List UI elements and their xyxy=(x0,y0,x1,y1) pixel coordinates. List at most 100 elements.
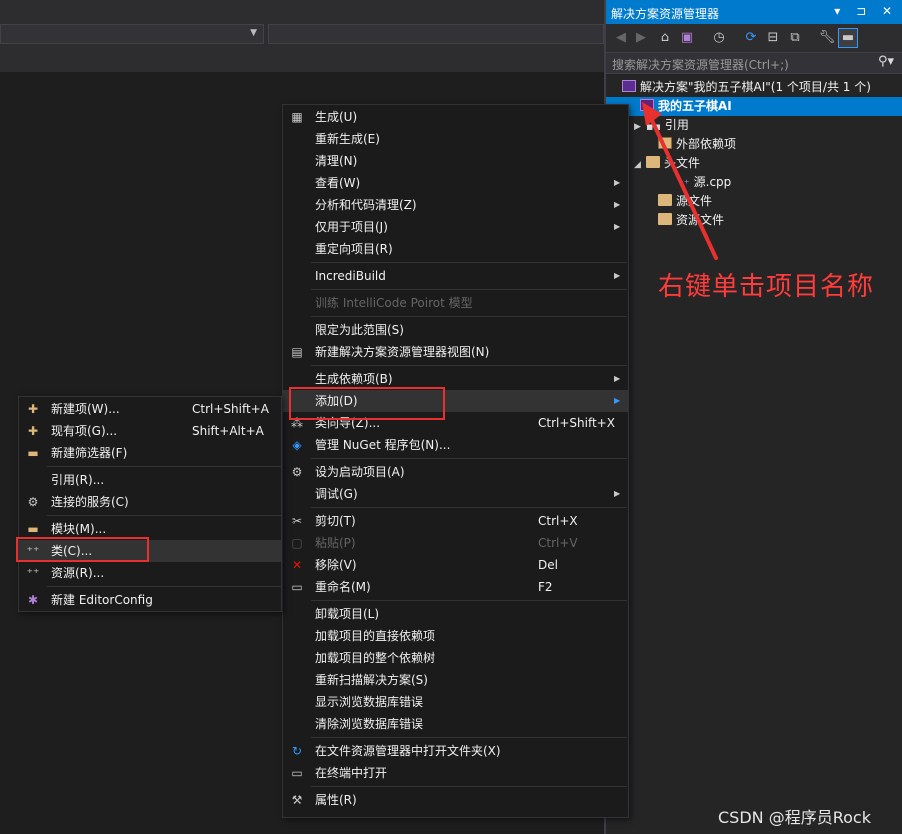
menu-item-shortcut: Ctrl+Shift+X xyxy=(538,416,615,430)
menu-item-shortcut: Del xyxy=(538,558,558,572)
menu-item[interactable]: 清除浏览数据库错误 xyxy=(283,713,628,735)
panel-title: 解决方案资源管理器 xyxy=(611,7,720,21)
member-dropdown[interactable] xyxy=(268,24,604,44)
search-input[interactable]: 搜索解决方案资源管理器(Ctrl+;) xyxy=(612,56,789,73)
menu-item[interactable]: 引用(R)... xyxy=(19,469,281,491)
wrench-icon[interactable]: 🔧︎ xyxy=(818,29,836,47)
wrench-icon: ⚒ xyxy=(291,793,303,807)
menu-item[interactable]: ⁺⁺ 资源(R)... xyxy=(19,562,281,584)
history-icon[interactable]: ◷ xyxy=(710,29,728,47)
build-icon: ▦ xyxy=(291,110,303,124)
highlight-class-box xyxy=(16,537,149,562)
menu-item[interactable]: 仅用于项目(J) ▶ xyxy=(283,216,628,238)
preview-icon[interactable]: ▬ xyxy=(838,28,858,48)
menu-item[interactable]: IncrediBuild ▶ xyxy=(283,265,628,287)
scope-dropdown[interactable]: ▼ xyxy=(0,24,264,44)
menu-item[interactable]: ◈ 管理 NuGet 程序包(N)... xyxy=(283,434,628,456)
menu-item-label: 调试(G) xyxy=(315,487,358,501)
menu-item-label: 卸载项目(L) xyxy=(315,607,380,621)
collapse-icon[interactable]: ⊟ xyxy=(764,29,782,47)
nuget-icon: ◈ xyxy=(292,438,302,452)
new-view-icon: ▤ xyxy=(291,345,303,359)
menu-separator xyxy=(311,737,627,738)
menu-item[interactable]: 重定向项目(R) xyxy=(283,238,628,260)
back-icon[interactable]: ◀ xyxy=(612,29,630,47)
menu-item-label: 在终端中打开 xyxy=(315,766,388,780)
menu-item[interactable]: 加载项目的直接依赖项 xyxy=(283,625,628,647)
menu-item[interactable]: ▭ 重命名(M) F2 xyxy=(283,576,628,598)
sync-icon[interactable]: ⟳ xyxy=(742,29,760,47)
menu-item[interactable]: 重新扫描解决方案(S) xyxy=(283,669,628,691)
menu-item[interactable]: ⚒ 属性(R) xyxy=(283,789,628,811)
menu-item[interactable]: ⚙ 设为启动项目(A) xyxy=(283,461,628,483)
menu-item[interactable]: 查看(W) ▶ xyxy=(283,172,628,194)
menu-item-label: 现有项(G)... xyxy=(51,424,118,438)
submenu-arrow-icon: ▶ xyxy=(614,374,621,383)
menu-item-label: 属性(R) xyxy=(315,793,357,807)
menu-item[interactable]: 重新生成(E) xyxy=(283,128,628,150)
menu-item-shortcut: Ctrl+V xyxy=(538,536,578,550)
menu-separator xyxy=(311,289,627,290)
menu-item-label: 分析和代码清理(Z) xyxy=(315,198,417,212)
tree-solution[interactable]: 解决方案"我的五子棋AI"(1 个项目/共 1 个) xyxy=(606,78,902,97)
highlight-add-box xyxy=(289,387,445,420)
menu-item[interactable]: ▬ 新建筛选器(F) xyxy=(19,442,281,464)
forward-icon[interactable]: ▶ xyxy=(632,29,650,47)
menu-item-label: 设为启动项目(A) xyxy=(315,465,405,479)
gear-icon: ⚙ xyxy=(291,465,303,479)
submenu-arrow-icon: ▶ xyxy=(614,271,621,280)
document-tabstrip xyxy=(0,48,604,73)
menu-separator xyxy=(47,515,281,516)
menu-item: 训练 IntelliCode Poirot 模型 xyxy=(283,292,628,314)
menu-item[interactable]: ✚ 新建项(W)... Ctrl+Shift+A xyxy=(19,398,281,420)
solution-explorer-titlebar: 解决方案资源管理器 ▾ ⊐ ✕ xyxy=(606,0,902,24)
menu-item[interactable]: ▤ 新建解决方案资源管理器视图(N) xyxy=(283,341,628,363)
menu-item[interactable]: 加载项目的整个依赖树 xyxy=(283,647,628,669)
panel-window-buttons[interactable]: ▾ ⊐ ✕ xyxy=(834,4,898,18)
menu-item[interactable]: ✂ 剪切(T) Ctrl+X xyxy=(283,510,628,532)
menu-item[interactable]: ▦ 生成(U) xyxy=(283,106,628,128)
submenu-arrow-icon: ▶ xyxy=(614,396,621,405)
editorconfig-icon: ✱ xyxy=(27,593,39,607)
menu-separator xyxy=(311,262,627,263)
solution-explorer-search[interactable]: 搜索解决方案资源管理器(Ctrl+;) ⚲▾ xyxy=(606,52,902,74)
menu-item[interactable]: 卸载项目(L) xyxy=(283,603,628,625)
existing-item-icon: ✚ xyxy=(27,424,39,438)
menu-item[interactable]: 分析和代码清理(Z) ▶ xyxy=(283,194,628,216)
menu-item-label: 重定向项目(R) xyxy=(315,242,393,256)
menu-item-label: 清理(N) xyxy=(315,154,358,168)
menu-item[interactable]: ✕ 移除(V) Del xyxy=(283,554,628,576)
menu-item[interactable]: ✱ 新建 EditorConfig xyxy=(19,589,281,611)
search-icon[interactable]: ⚲▾ xyxy=(878,54,894,69)
menu-item-label: 移除(V) xyxy=(315,558,357,572)
menu-separator xyxy=(311,600,627,601)
menu-item-label: 加载项目的直接依赖项 xyxy=(315,629,436,643)
menu-item-label: 加载项目的整个依赖树 xyxy=(315,651,436,665)
menu-item[interactable]: 清理(N) xyxy=(283,150,628,172)
home-icon[interactable]: ⌂ xyxy=(656,29,674,47)
project-context-menu: ▦ 生成(U) 重新生成(E) 清理(N) 查看(W) ▶ 分析和代码清理(Z) ▶ 仅用于项目… xyxy=(282,104,629,818)
watermark: CSDN @程序员Rock xyxy=(718,808,871,827)
menu-item[interactable]: ▭ 在终端中打开 xyxy=(283,762,628,784)
menu-item-label: 连接的服务(C) xyxy=(51,495,129,509)
menu-separator xyxy=(311,365,627,366)
menu-item-label: 显示浏览数据库错误 xyxy=(315,695,424,709)
menu-separator xyxy=(47,586,281,587)
show-all-files-icon[interactable]: ⧉ xyxy=(786,29,804,47)
menu-item[interactable]: 显示浏览数据库错误 xyxy=(283,691,628,713)
menu-item[interactable]: 限定为此范围(S) xyxy=(283,319,628,341)
switch-view-icon[interactable]: ▣ xyxy=(678,29,696,47)
menu-item[interactable]: ⚙ 连接的服务(C) xyxy=(19,491,281,513)
menu-item-label: 仅用于项目(J) xyxy=(315,220,388,234)
menu-item[interactable]: ↻ 在文件资源管理器中打开文件夹(X) xyxy=(283,740,628,762)
menu-item-label: 资源(R)... xyxy=(51,566,105,580)
menu-item-shortcut: Ctrl+Shift+A xyxy=(192,402,269,416)
resource-icon: ⁺⁺ xyxy=(26,566,40,580)
menu-item-label: 新建 EditorConfig xyxy=(51,593,153,607)
annotation-text: 右键单击项目名称 xyxy=(658,272,875,302)
menu-separator xyxy=(47,466,281,467)
menu-item[interactable]: ✚ 现有项(G)... Shift+Alt+A xyxy=(19,420,281,442)
menu-item[interactable]: 调试(G) ▶ xyxy=(283,483,628,505)
terminal-icon: ▭ xyxy=(291,766,303,780)
solution-explorer-toolbar: ◀ ▶ ⌂ ▣ ◷ ⟳ ⊟ ⧉ 🔧︎ ▬ xyxy=(606,24,902,52)
